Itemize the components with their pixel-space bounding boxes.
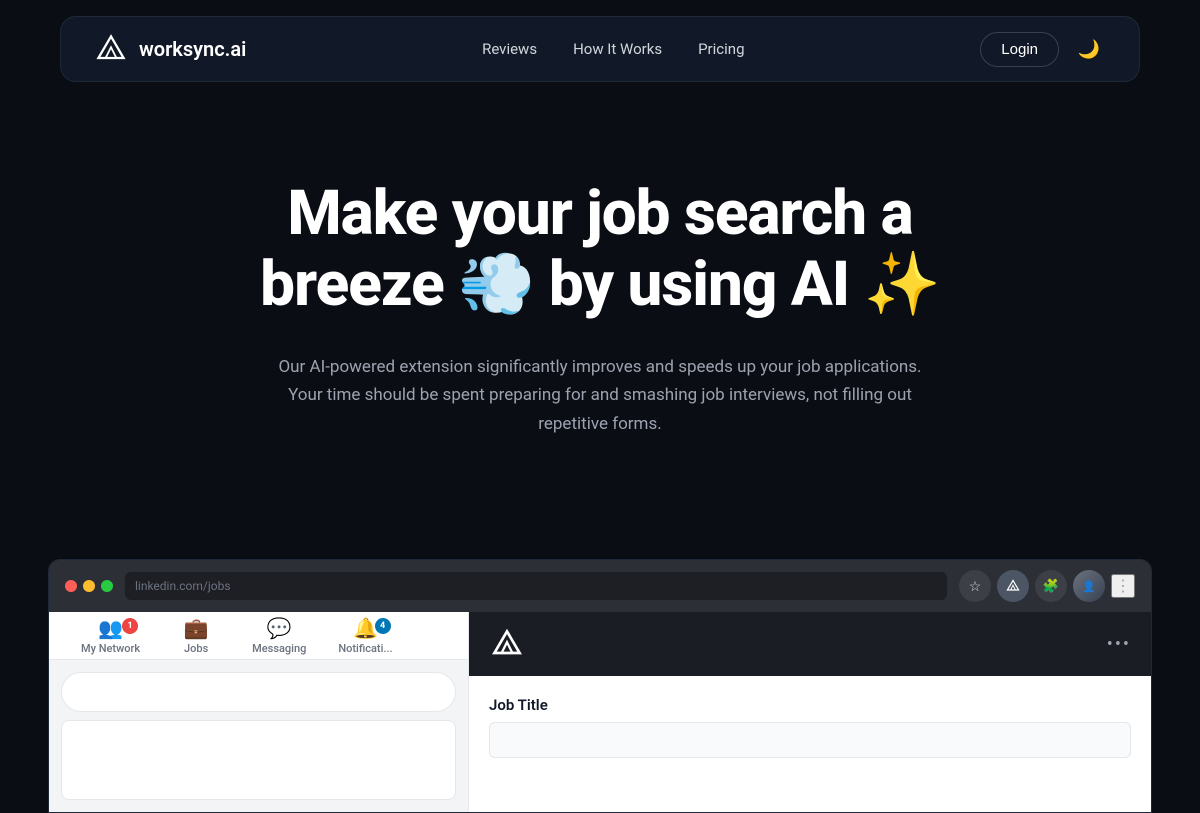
extension-logo-icon	[489, 626, 525, 662]
linkedin-panel: 👥 My Network 1 💼 Jobs 💬 Messaging 🔔 Noti…	[49, 612, 469, 812]
job-title-input[interactable]	[489, 722, 1131, 758]
theme-toggle-button[interactable]: 🌙	[1071, 31, 1107, 67]
linkedin-nav-notifications[interactable]: 🔔 Notificati... 4	[322, 612, 408, 659]
hero-title: Make your job search a breeze 💨 by using…	[200, 178, 1000, 321]
logo-area[interactable]: worksync.ai	[93, 31, 246, 67]
linkedin-nav-network[interactable]: 👥 My Network 1	[65, 612, 156, 659]
worksync-extension-icon	[1005, 578, 1021, 594]
star-icon: ☆	[969, 578, 982, 595]
extension-popup-body: Job Title	[469, 676, 1151, 778]
browser-content: 👥 My Network 1 💼 Jobs 💬 Messaging 🔔 Noti…	[49, 612, 1151, 812]
more-icon: ⋮	[1115, 576, 1131, 596]
linkedin-content-area	[49, 660, 468, 812]
network-label: My Network	[81, 642, 140, 655]
nav-reviews[interactable]: Reviews	[482, 40, 537, 58]
linkedin-nav-messaging[interactable]: 💬 Messaging	[236, 612, 322, 659]
linkedin-nav: 👥 My Network 1 💼 Jobs 💬 Messaging 🔔 Noti…	[49, 612, 468, 660]
logo-icon	[93, 31, 129, 67]
minimize-window-dot[interactable]	[83, 580, 95, 592]
job-title-label: Job Title	[489, 696, 1131, 714]
nav-pricing[interactable]: Pricing	[698, 40, 744, 58]
notifications-icon: 🔔	[353, 616, 378, 640]
linkedin-search-bar[interactable]	[61, 672, 456, 712]
linkedin-content-card	[61, 720, 456, 800]
network-badge: 1	[122, 618, 138, 634]
browser-more-button[interactable]: ⋮	[1111, 574, 1135, 598]
hero-section: Make your job search a breeze 💨 by using…	[0, 98, 1200, 559]
nav-right: Login 🌙	[980, 31, 1107, 67]
address-bar[interactable]: linkedin.com/jobs	[125, 572, 947, 600]
notifications-badge: 4	[375, 618, 391, 634]
moon-icon: 🌙	[1078, 39, 1100, 60]
messaging-icon: 💬	[267, 616, 292, 640]
jobs-label: Jobs	[184, 642, 208, 655]
linkedin-nav-jobs[interactable]: 💼 Jobs	[156, 612, 236, 659]
close-window-dot[interactable]	[65, 580, 77, 592]
navbar: worksync.ai Reviews How It Works Pricing…	[60, 16, 1140, 82]
jobs-icon: 💼	[184, 616, 209, 640]
bookmark-icon-btn[interactable]: ☆	[959, 570, 991, 602]
extension-menu-dots-button[interactable]: •••	[1107, 634, 1131, 655]
extension-popup-header: •••	[469, 612, 1151, 676]
notifications-label: Notificati...	[338, 642, 392, 655]
browser-window-controls	[65, 580, 113, 592]
puzzle-icon: 🧩	[1043, 578, 1059, 594]
extension-popup: ••• Job Title	[469, 612, 1151, 812]
nav-how-it-works[interactable]: How It Works	[573, 40, 662, 58]
browser-toolbar-right: ☆ 🧩 👤 ⋮	[959, 570, 1135, 602]
extension-icon-btn[interactable]	[997, 570, 1029, 602]
login-button[interactable]: Login	[980, 32, 1059, 67]
extension-logo	[489, 626, 525, 662]
network-icon: 👥	[98, 616, 123, 640]
hero-subtitle: Our AI-powered extension significantly i…	[275, 353, 925, 440]
nav-links: Reviews How It Works Pricing	[482, 40, 744, 58]
messaging-label: Messaging	[252, 642, 306, 655]
browser-mockup: linkedin.com/jobs ☆ 🧩 👤 ⋮	[48, 559, 1152, 813]
maximize-window-dot[interactable]	[101, 580, 113, 592]
brand-name: worksync.ai	[139, 37, 246, 61]
browser-chrome-bar: linkedin.com/jobs ☆ 🧩 👤 ⋮	[49, 560, 1151, 612]
puzzle-icon-btn[interactable]: 🧩	[1035, 570, 1067, 602]
browser-avatar: 👤	[1073, 570, 1105, 602]
